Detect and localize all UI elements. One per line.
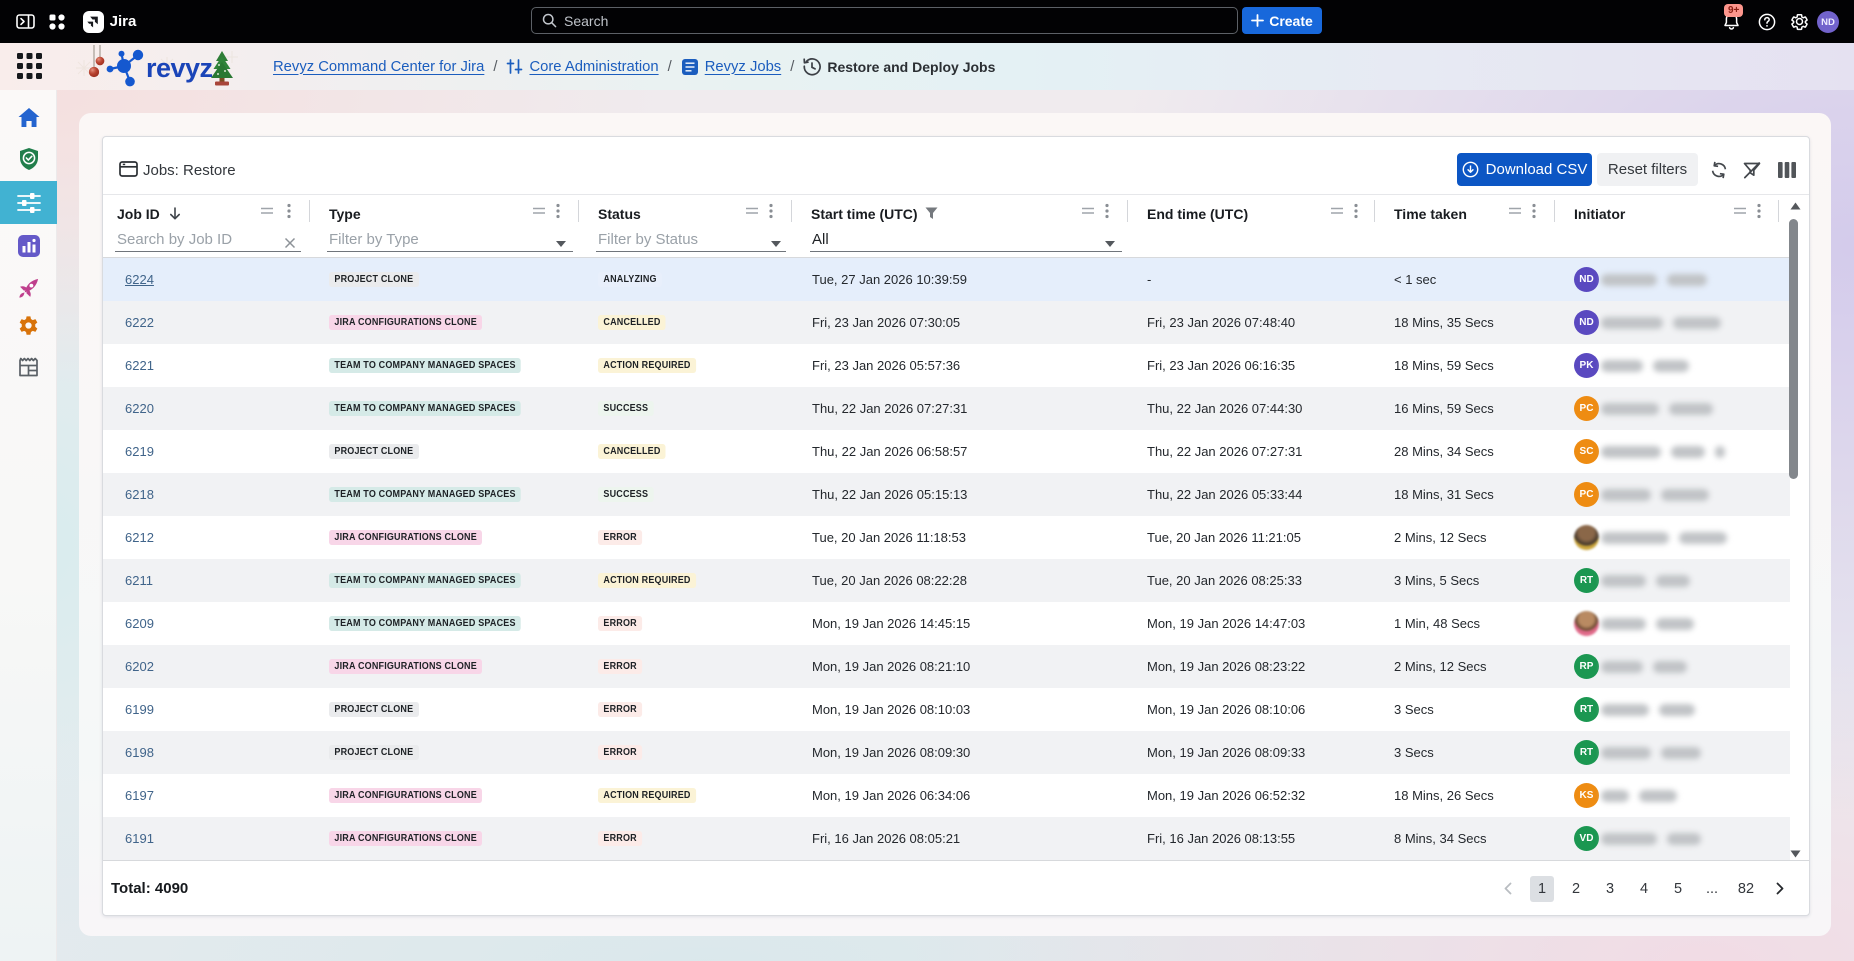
svg-text:revyz: revyz [146, 53, 213, 83]
